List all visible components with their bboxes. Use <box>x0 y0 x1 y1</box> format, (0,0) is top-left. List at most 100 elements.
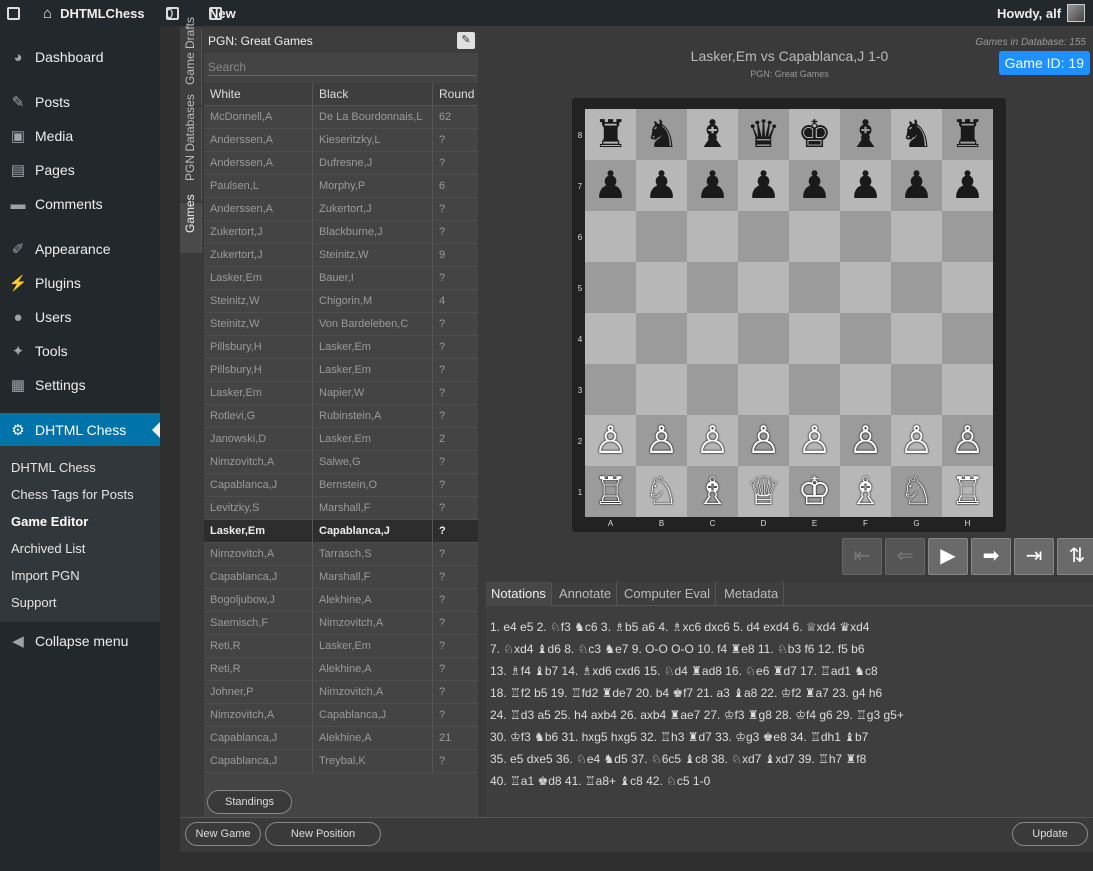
menu-comments[interactable]: ▬ Comments <box>0 187 160 221</box>
next-move-button[interactable]: ➡ <box>971 538 1011 575</box>
white-queen-icon[interactable]: ♕ <box>738 466 789 517</box>
white-pawn-icon[interactable]: ♙ <box>585 415 636 466</box>
menu-tools[interactable]: ✦ Tools <box>0 334 160 368</box>
board-square[interactable] <box>738 313 789 364</box>
black-queen-icon[interactable]: ♛ <box>738 109 789 160</box>
play-button[interactable]: ▶ <box>928 538 968 575</box>
board-square[interactable] <box>891 211 942 262</box>
table-row[interactable]: Capablanca,J Alekhine,A 21 <box>204 727 478 750</box>
table-row[interactable]: Lasker,Em Capablanca,J? <box>204 520 478 543</box>
table-row[interactable]: Nimzovitch,A Tarrasch,S? <box>204 543 478 566</box>
submenu-game-editor[interactable]: Game Editor <box>11 514 88 529</box>
tab-pgn-databases[interactable]: PGN Databases <box>180 94 202 201</box>
new-position-button[interactable]: New Position <box>265 822 381 846</box>
board-square[interactable] <box>891 262 942 313</box>
new-game-button[interactable]: New Game <box>185 822 261 846</box>
white-pawn-icon[interactable]: ♙ <box>636 415 687 466</box>
white-rook-icon[interactable]: ♖ <box>942 466 993 517</box>
black-pawn-icon[interactable]: ♟ <box>789 160 840 211</box>
table-row[interactable]: Reti,R Alekhine,A? <box>204 658 478 681</box>
board-square[interactable] <box>789 313 840 364</box>
submenu-archived-list[interactable]: Archived List <box>11 541 85 556</box>
board-square[interactable] <box>840 211 891 262</box>
table-row[interactable]: Janowski,D Lasker,Em 2 <box>204 428 478 451</box>
menu-pages[interactable]: ▤ Pages <box>0 153 160 187</box>
board-square[interactable] <box>585 364 636 415</box>
black-bishop-icon[interactable]: ♝ <box>840 109 891 160</box>
board-square[interactable] <box>738 262 789 313</box>
table-row[interactable]: Paulsen,L Morphy,P 6 <box>204 175 478 198</box>
table-row[interactable]: Nimzovitch,A Salwe,G? <box>204 451 478 474</box>
board-square[interactable] <box>585 313 636 364</box>
board-square[interactable] <box>789 262 840 313</box>
table-row[interactable]: Zukertort,J Blackburne,J? <box>204 221 478 244</box>
go-to-end-button[interactable]: ⇥ <box>1014 538 1054 575</box>
site-name-link[interactable]: ⌂ DHTMLChess <box>43 0 145 26</box>
menu-media[interactable]: ▣ Media <box>0 119 160 153</box>
board-square[interactable] <box>636 313 687 364</box>
table-row[interactable]: Anderssen,A Dufresne,J? <box>204 152 478 175</box>
menu-settings[interactable]: ▦ Settings <box>0 368 160 402</box>
black-rook-icon[interactable]: ♜ <box>585 109 636 160</box>
move-line[interactable]: 24. ♖d3 a5 25. h4 axb4 26. axb4 ♜ae7 27.… <box>490 708 904 730</box>
board-square[interactable] <box>687 313 738 364</box>
table-row[interactable]: Steinitz,W Von Bardeleben,C? <box>204 313 478 336</box>
search-input[interactable] <box>208 59 476 76</box>
white-bishop-icon[interactable]: ♗ <box>687 466 738 517</box>
table-row[interactable]: McDonnell,A De La Bourdonnais,L 62 <box>204 106 478 129</box>
move-line[interactable]: 40. ♖a1 ♚d8 41. ♖a8+ ♝c8 42. ♘c5 1-0 <box>490 774 710 796</box>
submenu-dhtml-chess[interactable]: DHTML Chess <box>11 460 96 475</box>
white-knight-icon[interactable]: ♘ <box>891 466 942 517</box>
move-line[interactable]: 1. e4 e5 2. ♘f3 ♞c6 3. ♗b5 a6 4. ♗xc6 dx… <box>490 620 869 642</box>
black-knight-icon[interactable]: ♞ <box>636 109 687 160</box>
board-square[interactable] <box>942 313 993 364</box>
table-row[interactable]: Pillsbury,H Lasker,Em? <box>204 359 478 382</box>
black-bishop-icon[interactable]: ♝ <box>687 109 738 160</box>
column-header[interactable]: Black <box>313 83 433 106</box>
black-pawn-icon[interactable]: ♟ <box>687 160 738 211</box>
white-king-icon[interactable]: ♔ <box>789 466 840 517</box>
move-line[interactable]: 18. ♖f2 b5 19. ♖fd2 ♜de7 20. b4 ♚f7 21. … <box>490 686 882 708</box>
comments-link[interactable]: 0 <box>166 0 179 26</box>
tab-computer-eval[interactable]: Computer Eval <box>619 582 716 606</box>
menu-plugins[interactable]: ⚡ Plugins <box>0 266 160 300</box>
black-pawn-icon[interactable]: ♟ <box>636 160 687 211</box>
move-line[interactable]: 30. ♔f3 ♞b6 31. hxg5 hxg5 32. ♖h3 ♜d7 33… <box>490 730 868 752</box>
table-row[interactable]: Saemisch,F Nimzovitch,A? <box>204 612 478 635</box>
flip-board-button[interactable]: ⇅ <box>1057 538 1093 575</box>
table-row[interactable]: Reti,R Lasker,Em? <box>204 635 478 658</box>
board-square[interactable] <box>687 262 738 313</box>
board-square[interactable] <box>789 364 840 415</box>
move-line[interactable]: 35. e5 dxe5 36. ♘e4 ♞d5 37. ♘6c5 ♝c8 38.… <box>490 752 866 774</box>
table-row[interactable]: Rotlevi,G Rubinstein,A? <box>204 405 478 428</box>
table-row[interactable]: Pillsbury,H Lasker,Em? <box>204 336 478 359</box>
board-square[interactable] <box>942 211 993 262</box>
board-square[interactable] <box>942 364 993 415</box>
tab-metadata[interactable]: Metadata <box>719 582 785 606</box>
black-pawn-icon[interactable]: ♟ <box>840 160 891 211</box>
tab-annotate[interactable]: Annotate <box>554 582 618 606</box>
board-square[interactable] <box>840 364 891 415</box>
board-square[interactable] <box>840 313 891 364</box>
board-square[interactable] <box>738 364 789 415</box>
column-header[interactable]: White <box>204 83 313 106</box>
board-square[interactable] <box>891 364 942 415</box>
white-bishop-icon[interactable]: ♗ <box>840 466 891 517</box>
update-button[interactable]: Update <box>1012 822 1088 846</box>
board-square[interactable] <box>636 364 687 415</box>
table-row[interactable]: Anderssen,A Kieseritzky,L? <box>204 129 478 152</box>
standings-button[interactable]: Standings <box>207 790 292 814</box>
move-line[interactable]: 7. ♘xd4 ♝d6 8. ♘c3 ♞e7 9. O-O O-O 10. f4… <box>490 642 865 664</box>
previous-move-button[interactable]: ⇐ <box>885 538 925 575</box>
table-row[interactable]: Bogoljubow,J Alekhine,A? <box>204 589 478 612</box>
menu-posts[interactable]: ✎ Posts <box>0 85 160 119</box>
black-knight-icon[interactable]: ♞ <box>891 109 942 160</box>
chessboard[interactable]: ♜ ♞ ♝ ♛ ♚ ♝ ♞ ♜ ♟ ♟ ♟ ♟ ♟ ♟ ♟ ♟ ♙ ♙ ♙ ♙ ♙ ♙ ♙ ♙ ♖ ♘ ♗ ♕ ♔ ♗ ♘ ♖ <box>585 109 993 517</box>
submenu-chess-tags[interactable]: Chess Tags for Posts <box>11 487 134 502</box>
submenu-support[interactable]: Support <box>11 595 57 610</box>
table-row[interactable]: Zukertort,J Steinitz,W 9 <box>204 244 478 267</box>
table-row[interactable]: Capablanca,J Treybal,K? <box>204 750 478 773</box>
move-line[interactable]: 13. ♗f4 ♝b7 14. ♗xd6 cxd6 15. ♘d4 ♜ad8 1… <box>490 664 878 686</box>
white-pawn-icon[interactable]: ♙ <box>891 415 942 466</box>
go-to-start-button[interactable]: ⇤ <box>842 538 882 575</box>
